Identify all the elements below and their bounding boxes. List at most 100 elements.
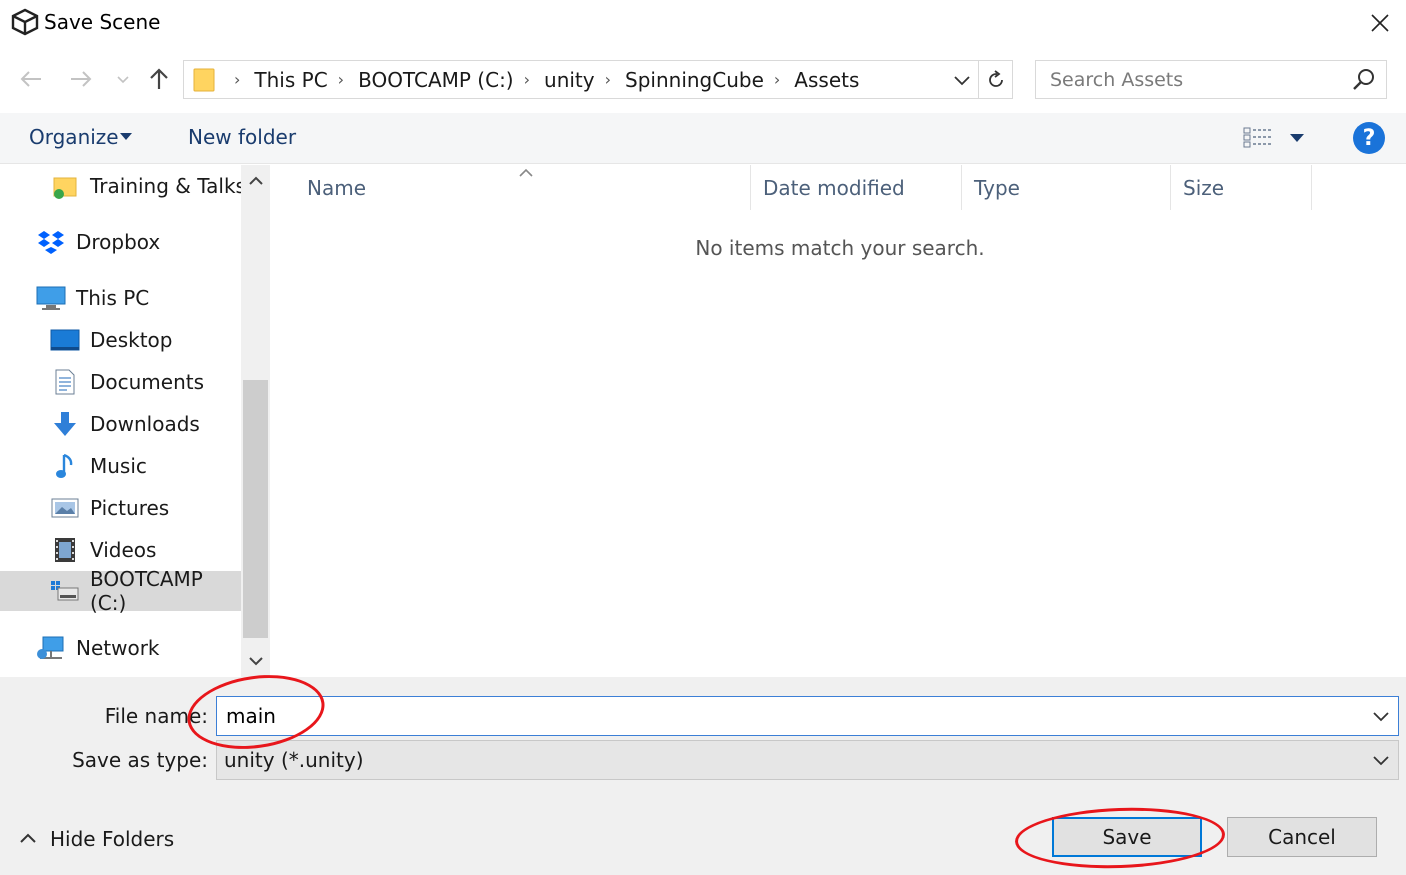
forward-button[interactable]	[64, 64, 98, 94]
dropbox-icon	[36, 228, 66, 256]
nav-item-label: Network	[76, 636, 160, 660]
save-button[interactable]: Save	[1052, 817, 1202, 857]
nav-item-pictures[interactable]: Pictures	[50, 488, 169, 528]
close-button[interactable]	[1358, 6, 1402, 40]
hide-folders-button[interactable]: Hide Folders	[18, 827, 174, 851]
search-icon	[1353, 69, 1374, 90]
caret-down-icon[interactable]	[120, 133, 132, 140]
nav-item-downloads[interactable]: Downloads	[50, 404, 200, 444]
chevron-right-icon[interactable]: ›	[524, 70, 530, 89]
details-view-icon[interactable]	[1242, 125, 1274, 151]
file-name-input[interactable]	[217, 698, 1347, 734]
nav-item-this-pc[interactable]: This PC	[36, 278, 149, 318]
chevron-down-icon	[954, 75, 970, 85]
nav-item-label: Desktop	[90, 328, 173, 352]
title-bar: Save Scene	[0, 0, 1406, 46]
file-name-label: File name:	[104, 704, 208, 728]
breadcrumb-unity[interactable]: unity	[544, 68, 595, 92]
search-input[interactable]	[1036, 61, 1346, 98]
file-list: Name Date modified Type Size No items ma…	[274, 165, 1406, 677]
hide-folders-label: Hide Folders	[50, 827, 175, 851]
navigation-pane: Training & Talks Dropbox This PC Desktop	[0, 165, 270, 677]
nav-item-label: BOOTCAMP (C:)	[90, 567, 203, 615]
nav-pane-scrollbar[interactable]	[241, 165, 270, 677]
back-button[interactable]	[14, 64, 48, 94]
breadcrumb-bootcamp[interactable]: BOOTCAMP (C:)	[358, 68, 514, 92]
nav-item-videos[interactable]: Videos	[50, 530, 156, 570]
column-header-size[interactable]: Size	[1171, 165, 1311, 210]
cancel-button[interactable]: Cancel	[1227, 817, 1377, 857]
nav-item-bootcamp[interactable]: BOOTCAMP (C:)	[0, 567, 241, 615]
column-header-date-modified[interactable]: Date modified	[751, 165, 961, 210]
nav-item-label: Dropbox	[76, 230, 161, 254]
arrow-left-icon	[20, 71, 41, 87]
chevron-right-icon[interactable]: ›	[338, 70, 344, 89]
close-icon	[1371, 14, 1389, 32]
empty-message: No items match your search.	[695, 236, 985, 260]
up-button[interactable]	[142, 64, 176, 94]
search-box[interactable]	[1035, 60, 1387, 99]
nav-item-label: Training & Talks	[90, 174, 246, 198]
chevron-right-icon: ›	[234, 70, 241, 89]
save-options-panel: File name: Save as type: unity (*.unity)…	[0, 677, 1406, 875]
shared-folder-icon	[50, 172, 80, 200]
refresh-icon	[988, 69, 1003, 87]
network-icon	[36, 634, 66, 662]
scrollbar-thumb[interactable]	[243, 380, 268, 638]
folder-icon	[184, 61, 224, 98]
breadcrumb-spinningcube[interactable]: SpinningCube	[625, 68, 764, 92]
nav-item-network[interactable]: Network	[36, 628, 160, 668]
help-button[interactable]: ?	[1353, 122, 1385, 154]
chevron-down-icon	[117, 76, 129, 84]
chevron-up-icon[interactable]	[246, 171, 266, 191]
arrow-right-icon	[71, 71, 92, 87]
drive-icon	[50, 577, 80, 605]
recent-locations-button[interactable]	[106, 64, 140, 94]
command-bar: Organize New folder ?	[0, 113, 1406, 164]
nav-item-label: Music	[90, 454, 147, 478]
breadcrumb-assets[interactable]: Assets	[794, 68, 859, 92]
new-folder-button[interactable]: New folder	[188, 125, 296, 149]
chevron-down-icon[interactable]	[246, 651, 266, 671]
file-name-combobox[interactable]	[216, 696, 1399, 736]
chevron-down-icon[interactable]	[1370, 705, 1392, 727]
chevron-right-icon[interactable]: ›	[774, 70, 780, 89]
music-icon	[50, 452, 80, 480]
breadcrumb-this-pc[interactable]: This PC	[254, 68, 327, 92]
pictures-icon	[50, 494, 80, 522]
nav-item-documents[interactable]: Documents	[50, 362, 204, 402]
nav-item-label: Documents	[90, 370, 205, 394]
nav-item-dropbox[interactable]: Dropbox	[36, 222, 160, 262]
arrow-up-icon	[150, 68, 168, 89]
save-as-type-select[interactable]: unity (*.unity)	[216, 740, 1399, 780]
nav-item-training-talks[interactable]: Training & Talks	[50, 166, 246, 206]
caret-down-icon[interactable]	[1290, 134, 1304, 142]
chevron-right-icon[interactable]: ›	[605, 70, 611, 89]
nav-item-desktop[interactable]: Desktop	[50, 320, 172, 360]
nav-item-label: Pictures	[90, 496, 170, 520]
unity-logo-icon	[11, 8, 39, 36]
chevron-down-icon[interactable]	[1370, 749, 1392, 771]
navigation-row: › This PC › BOOTCAMP (C:) › unity › Spin…	[0, 56, 1406, 104]
save-as-type-label: Save as type:	[72, 748, 208, 772]
column-divider[interactable]	[1311, 165, 1312, 210]
desktop-icon	[50, 326, 80, 354]
downloads-icon	[50, 410, 80, 438]
nav-item-music[interactable]: Music	[50, 446, 147, 486]
address-bar[interactable]: › This PC › BOOTCAMP (C:) › unity › Spin…	[183, 60, 1013, 99]
column-header-name[interactable]: Name	[295, 165, 750, 210]
videos-icon	[50, 536, 80, 564]
chevron-up-icon	[20, 833, 36, 843]
window-title: Save Scene	[44, 10, 161, 34]
nav-item-label: This PC	[76, 286, 150, 310]
address-dropdown-button[interactable]	[946, 61, 978, 98]
refresh-button[interactable]	[978, 61, 1012, 98]
documents-icon	[50, 368, 80, 396]
nav-item-label: Videos	[90, 538, 157, 562]
organize-button[interactable]: Organize	[29, 125, 119, 149]
column-header-type[interactable]: Type	[962, 165, 1170, 210]
breadcrumb: › This PC › BOOTCAMP (C:) › unity › Spin…	[224, 68, 946, 92]
nav-item-label: Downloads	[90, 412, 200, 436]
computer-icon	[36, 284, 66, 312]
save-as-type-value: unity (*.unity)	[224, 748, 364, 772]
